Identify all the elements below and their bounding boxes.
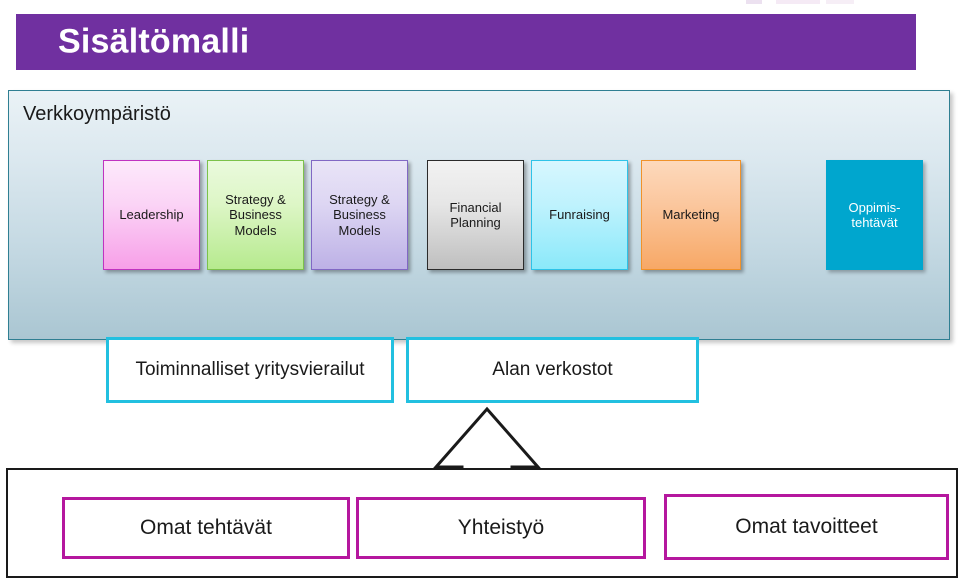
- module-box-financial-planning[interactable]: Financial Planning: [427, 160, 524, 270]
- module-label-leadership: Leadership: [119, 207, 184, 223]
- module-box-funraising[interactable]: Funraising: [531, 160, 628, 270]
- connector-label-company-visits: Toiminnalliset yritysvierailut: [135, 359, 365, 381]
- bottom-label-cooperation: Yhteistyö: [457, 516, 545, 539]
- module-box-strategy-business-models-2[interactable]: Strategy & Business Models: [311, 160, 408, 270]
- title-bar: Sisältömalli: [16, 14, 916, 70]
- page-title: Sisältömalli: [58, 22, 250, 61]
- connector-label-networks: Alan verkostot: [492, 359, 613, 381]
- bottom-box-cooperation[interactable]: Yhteistyö: [356, 497, 646, 559]
- module-label-marketing: Marketing: [662, 207, 720, 223]
- bottom-label-own-tasks: Omat tehtävät: [140, 516, 272, 539]
- module-label-strategy-2: Strategy & Business Models: [329, 192, 390, 238]
- module-box-strategy-business-models-1[interactable]: Strategy & Business Models: [207, 160, 304, 270]
- slide-canvas: Sisältömalli Verkkoympäristö Leadership …: [0, 0, 964, 585]
- module-box-oppimistehtavat[interactable]: Oppimis-tehtävät: [826, 160, 923, 270]
- bottom-box-own-goals[interactable]: Omat tavoitteet: [664, 494, 949, 560]
- module-label-financial-planning: Financial Planning: [449, 199, 502, 230]
- cropped-logo-remnant: [746, 0, 854, 4]
- connector-box-company-visits[interactable]: Toiminnalliset yritysvierailut: [106, 337, 394, 403]
- bottom-label-own-goals: Omat tavoitteet: [735, 515, 878, 538]
- module-box-marketing[interactable]: Marketing: [641, 160, 741, 270]
- module-label-oppimistehtavat: Oppimis-tehtävät: [848, 199, 901, 230]
- module-label-strategy-1: Strategy & Business Models: [225, 192, 286, 238]
- environment-panel-label: Verkkoympäristö: [23, 103, 171, 125]
- connector-box-networks[interactable]: Alan verkostot: [406, 337, 699, 403]
- module-label-funraising: Funraising: [549, 207, 610, 223]
- module-box-leadership[interactable]: Leadership: [103, 160, 200, 270]
- bottom-box-own-tasks[interactable]: Omat tehtävät: [62, 497, 350, 559]
